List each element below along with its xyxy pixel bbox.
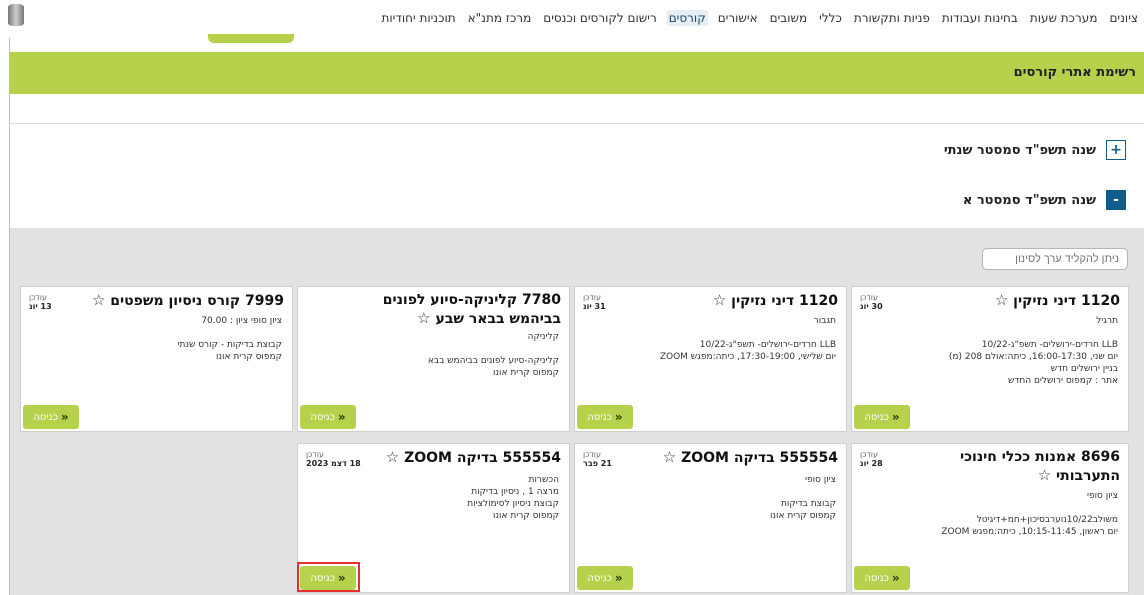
double-chevron-icon: « (60, 410, 69, 424)
course-details: ציון סופי קבוצת בדיקות קמפוס קרית אונו (769, 475, 836, 521)
updated-info: עודכן 13 יונ (29, 293, 52, 311)
star-icon[interactable]: ☆ (386, 448, 399, 466)
course-card: 7999 קורס ניסיון משפטים ☆ עודכן 13 יונ צי… (20, 286, 293, 432)
year-row-annual[interactable]: + שנה תשפ"ד סמסטר שנתי (944, 140, 1126, 160)
updated-date: 21 פבר (583, 459, 612, 468)
course-title[interactable]: 555554 בדיקה ZOOM ☆ (663, 448, 838, 467)
updated-date: 30 יונ (860, 302, 883, 311)
nav-item-inquiries[interactable]: פניות ותקשורת (852, 10, 932, 26)
course-details: תרגיל LLB חרדים-ירושלים- תשפ"ג-10/22 יום … (948, 316, 1118, 386)
title-bar: רשימת אתרי קורסים (10, 52, 1144, 94)
year-label: שנה תשפ"ד סמסטר שנתי (943, 142, 1096, 158)
updated-date: 31 יונ (583, 302, 606, 311)
enter-button[interactable]: «כניסה (300, 405, 356, 429)
top-navigation: ציונים מערכת שעות בחינות ועבודות פניות ו… (0, 0, 1144, 43)
enter-button[interactable]: «כניסה (854, 566, 910, 590)
star-icon[interactable]: ☆ (92, 291, 105, 309)
double-chevron-icon: « (614, 571, 623, 585)
updated-info: עודכן 30 יונ (860, 293, 883, 311)
course-card: 1120 דיני נזיקין ☆ עודכן 31 יונ תגבור LLB… (574, 286, 847, 432)
star-icon[interactable]: ☆ (663, 448, 676, 466)
star-icon[interactable]: ☆ (1038, 466, 1051, 484)
course-card: 1120 דיני נזיקין ☆ עודכן 30 יונ תרגיל LLB… (851, 286, 1129, 432)
nav-item-schedule[interactable]: מערכת שעות (1028, 10, 1100, 26)
double-chevron-icon: « (337, 571, 346, 585)
double-chevron-icon: « (891, 571, 900, 585)
enter-button[interactable]: «כניסה (577, 405, 633, 429)
nav-item-exams[interactable]: בחינות ועבודות (940, 10, 1020, 26)
double-chevron-icon: « (891, 410, 900, 424)
collapse-icon[interactable]: - (1106, 190, 1126, 210)
course-title[interactable]: 7999 קורס ניסיון משפטים ☆ (92, 291, 284, 310)
updated-info: עודכן 31 יונ (583, 293, 606, 311)
enter-button[interactable]: «כניסה (300, 566, 356, 590)
database-icon[interactable] (8, 4, 24, 26)
course-details: הכשרות מרצה 1 , ניסיון בדיקות קבוצת ניסיון… (467, 475, 559, 521)
enter-button[interactable]: «כניסה (854, 405, 910, 429)
nav-item-courses[interactable]: קורסים (666, 10, 708, 26)
page-title: רשימת אתרי קורסים (1013, 65, 1136, 80)
nav-item-special-programs[interactable]: תוכניות יחודיות (379, 10, 457, 26)
course-title[interactable]: 1120 דיני נזיקין ☆ (713, 291, 838, 310)
star-icon[interactable]: ☆ (713, 291, 726, 309)
nav-item-registration[interactable]: רישום לקורסים וכנסים (541, 10, 658, 26)
divider (10, 123, 1144, 124)
nav-item-general[interactable]: כללי (817, 10, 844, 26)
course-title[interactable]: 8696 אמנות ככלי חינוכי התערבותי ☆ (920, 448, 1120, 485)
course-card: 7780 קליניקה-סיוע לפונים בביהמש בבאר שבע… (297, 286, 570, 432)
nav-item-feedback[interactable]: משובים (768, 10, 810, 26)
updated-info: עודכן 18 דצמ 2023 (306, 450, 361, 468)
page: ציונים מערכת שעות בחינות ועבודות פניות ו… (0, 0, 1144, 595)
course-card: 8696 אמנות ככלי חינוכי התערבותי ☆ עודכן 2… (851, 443, 1129, 593)
course-title[interactable]: 1120 דיני נזיקין ☆ (995, 291, 1120, 310)
enter-button[interactable]: «כניסה (577, 566, 633, 590)
double-chevron-icon: « (614, 410, 623, 424)
left-gutter (0, 38, 8, 595)
nav-item-approvals[interactable]: אישורים (716, 10, 760, 26)
course-details: קליניקה קליניקה-סיוע לפונים בביהמש בבא קמ… (427, 332, 559, 378)
course-title[interactable]: 7780 קליניקה-סיוע לפונים בביהמש בבאר שבע… (371, 291, 561, 328)
main-menu: ציונים מערכת שעות בחינות ועבודות פניות ו… (379, 10, 1140, 26)
year-row-semester-a[interactable]: - שנה תשפ"ד סמסטר א (963, 190, 1126, 210)
course-title[interactable]: 555554 בדיקה ZOOM ☆ (386, 448, 561, 467)
updated-info: עודכן 21 פבר (583, 450, 612, 468)
updated-date: 28 יונ (860, 459, 883, 468)
nav-item-matna-center[interactable]: מרכז מתנ"א (466, 10, 534, 26)
filter-input[interactable] (982, 248, 1128, 270)
star-icon[interactable]: ☆ (995, 291, 1008, 309)
expand-icon[interactable]: + (1106, 140, 1126, 160)
enter-button[interactable]: «כניסה (23, 405, 79, 429)
course-details: תגבור LLB חרדים-ירושלים- תשפ"ג-10/22 יום … (659, 316, 836, 362)
double-chevron-icon: « (337, 410, 346, 424)
year-label: שנה תשפ"ד סמסטר א (962, 192, 1096, 208)
course-details: ציון סופי משולב10/22נוערבסיכון+חמ+דיגיטל… (941, 491, 1118, 537)
updated-date: 18 דצמ 2023 (306, 459, 361, 468)
course-card: 555554 בדיקה ZOOM ☆ עודכן 21 פבר ציון סופ… (574, 443, 847, 593)
star-icon[interactable]: ☆ (417, 309, 430, 327)
updated-date: 13 יונ (29, 302, 52, 311)
nav-item-grades[interactable]: ציונים (1107, 10, 1140, 26)
course-card: 555554 בדיקה ZOOM ☆ עודכן 18 דצמ 2023 הכש… (297, 443, 570, 593)
course-details: ציון סופי ציון : 70.00 קבוצת בדיקות - קו… (177, 316, 282, 362)
updated-info: עודכן 28 יונ (860, 450, 883, 468)
